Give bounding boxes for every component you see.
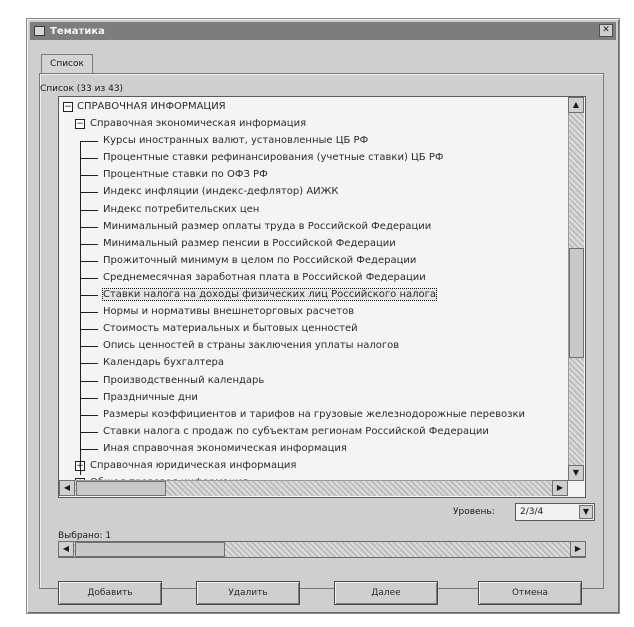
selected-count: Выбрано: 1 <box>58 531 112 541</box>
scroll-up-icon[interactable]: ▲ <box>568 97 584 113</box>
tree-leaf-item[interactable]: Опись ценностей в страны заключения упла… <box>59 338 567 355</box>
tree-node-label: СПРАВОЧНАЯ ИНФОРМАЦИЯ <box>77 101 226 112</box>
tree-leaf-item[interactable]: Нормы и нормативы внешнеторговых расчето… <box>59 304 567 321</box>
collapse-icon[interactable]: − <box>63 102 73 112</box>
delete-button[interactable]: Удалить <box>196 581 300 605</box>
tree-leaf-item[interactable]: Индекс инфляции (индекс-дефлятор) АИЖК <box>59 184 567 201</box>
tree-connector-line <box>80 158 98 160</box>
window-icon <box>34 26 45 36</box>
tree-node-label: Опись ценностей в страны заключения упла… <box>103 340 400 352</box>
tree-leaf-item[interactable]: Индекс потребительских цен <box>59 202 567 219</box>
tree-connector-line <box>80 141 81 475</box>
tree-node-label: Справочная экономическая информация <box>90 118 307 130</box>
tab-list[interactable]: Список <box>41 54 93 74</box>
tree-leaf-item[interactable]: Прожиточный минимум в целом по Российско… <box>59 253 567 270</box>
scroll-down-icon[interactable]: ▼ <box>568 465 584 481</box>
tree-node-label: Минимальный размер оплаты труда в Россий… <box>103 220 432 232</box>
collapse-icon[interactable]: − <box>75 119 85 130</box>
selected-scroll-thumb[interactable] <box>75 542 225 557</box>
tree-node-label: Индекс инфляции (индекс-дефлятор) АИЖК <box>103 186 339 198</box>
scroll-left-icon[interactable]: ◀ <box>58 541 74 557</box>
tree-rows: − СПРАВОЧНАЯ ИНФОРМАЦИЯ − Справочная эко… <box>59 99 567 492</box>
tree-leaf-item[interactable]: Курсы иностранных валют, установленные Ц… <box>59 133 567 150</box>
scroll-right-icon[interactable]: ▶ <box>552 480 568 496</box>
tree-leaf-item[interactable]: Иная справочная экономическая информация <box>59 441 567 458</box>
tree-node-economic[interactable]: − Справочная экономическая информация <box>59 116 567 133</box>
tree-connector-line <box>80 260 98 262</box>
tree-leaf-item[interactable]: Минимальный размер пенсии в Российской Ф… <box>59 236 567 253</box>
tree-node-label: Стоимость материальных и бытовых ценност… <box>103 323 358 335</box>
tree-node-label: Ставки налога на доходы физических лиц Р… <box>101 288 438 302</box>
level-value: 2/3/4 <box>520 507 544 517</box>
tree-node-root[interactable]: − СПРАВОЧНАЯ ИНФОРМАЦИЯ <box>59 99 567 116</box>
tree-connector-line <box>80 209 98 211</box>
tree-leaf-item[interactable]: Стоимость материальных и бытовых ценност… <box>59 321 567 338</box>
tree-connector-line <box>80 448 98 450</box>
level-label: Уровень: <box>453 507 495 517</box>
tree-node-collapsed[interactable]: +Справочная юридическая информация <box>59 458 567 475</box>
tree-leaf-item[interactable]: Процентные ставки рефинансирования (учет… <box>59 150 567 167</box>
tree-node-label: Производственный календарь <box>103 374 265 386</box>
add-button[interactable]: Добавить <box>58 581 162 605</box>
tree-connector-line <box>80 312 98 314</box>
tree-connector-line <box>80 141 98 143</box>
tree-node-label: Среднемесячная заработная плата в Россий… <box>103 271 426 283</box>
tree-connector-line <box>80 243 98 245</box>
group-label: Список (33 из 43) <box>40 84 124 94</box>
tree-node-label: Праздничные дни <box>103 391 198 403</box>
tree-node-label: Ставки налога с продаж по субъектам реги… <box>103 425 489 437</box>
next-button[interactable]: Далее <box>334 581 438 605</box>
tree-node-label: Нормы и нормативы внешнеторговых расчето… <box>103 306 355 318</box>
tree-leaf-item[interactable]: Среднемесячная заработная плата в Россий… <box>59 270 567 287</box>
cancel-button[interactable]: Отмена <box>478 581 582 605</box>
horizontal-scrollbar[interactable]: ◀ ▶ <box>59 480 568 496</box>
tree-node-label: Размеры коэффициентов и тарифов на грузо… <box>103 408 525 420</box>
tree-leaf-item[interactable]: Праздничные дни <box>59 390 567 407</box>
tree-node-label: Курсы иностранных валют, установленные Ц… <box>103 135 369 147</box>
close-button[interactable]: ✕ <box>599 24 613 37</box>
tree-node-label: Календарь бухгалтера <box>103 357 225 369</box>
vertical-scrollbar[interactable]: ▲ ▼ <box>568 97 584 481</box>
tree-leaf-item[interactable]: Производственный календарь <box>59 373 567 390</box>
tree-leaf-item[interactable]: Размеры коэффициентов и тарифов на грузо… <box>59 407 567 424</box>
tree-connector-line <box>80 346 98 348</box>
scroll-right-icon[interactable]: ▶ <box>570 541 586 557</box>
scroll-left-icon[interactable]: ◀ <box>59 480 75 496</box>
tree-leaf-item[interactable]: Процентные ставки по ОФЗ РФ <box>59 167 567 184</box>
vertical-scroll-thumb[interactable] <box>569 248 584 358</box>
tree-connector-line <box>80 295 98 297</box>
tree-leaf-item[interactable]: Календарь бухгалтера <box>59 355 567 372</box>
tree-leaf-item[interactable]: Минимальный размер оплаты труда в Россий… <box>59 219 567 236</box>
level-select[interactable]: 2/3/4 ▼ <box>515 503 595 521</box>
tree-node-label: Индекс потребительских цен <box>103 203 260 215</box>
tree-connector-line <box>80 277 98 279</box>
window-title: Тематика <box>50 25 105 37</box>
tree-node-label: Процентные ставки рефинансирования (учет… <box>103 152 444 164</box>
tree-node-label: Иная справочная экономическая информация <box>103 442 347 454</box>
tree-connector-line <box>80 431 98 433</box>
tree-node-label: Справочная юридическая информация <box>90 459 297 471</box>
selected-scrollbar[interactable]: ◀ ▶ <box>58 541 586 558</box>
tree-connector-line <box>80 192 98 194</box>
tree-leaf-item[interactable]: Ставки налога с продаж по субъектам реги… <box>59 424 567 441</box>
tree-connector-line <box>80 397 98 399</box>
tree-connector-line <box>80 414 98 416</box>
tree-view[interactable]: − СПРАВОЧНАЯ ИНФОРМАЦИЯ − Справочная эко… <box>58 96 586 498</box>
tree-leaf-item[interactable]: Ставки налога на доходы физических лиц Р… <box>59 287 567 304</box>
chevron-down-icon[interactable]: ▼ <box>579 505 593 519</box>
tree-connector-line <box>80 226 98 228</box>
horizontal-scroll-thumb[interactable] <box>76 481 166 496</box>
tree-connector-line <box>80 363 98 365</box>
tree-node-label: Процентные ставки по ОФЗ РФ <box>103 169 268 181</box>
tree-node-label: Минимальный размер пенсии в Российской Ф… <box>103 237 396 249</box>
tree-connector-line <box>80 329 98 331</box>
tree-node-label: Прожиточный минимум в целом по Российско… <box>103 254 417 266</box>
title-bar[interactable]: Тематика ✕ <box>30 22 616 40</box>
tree-connector-line <box>80 380 98 382</box>
tree-connector-line <box>80 175 98 177</box>
